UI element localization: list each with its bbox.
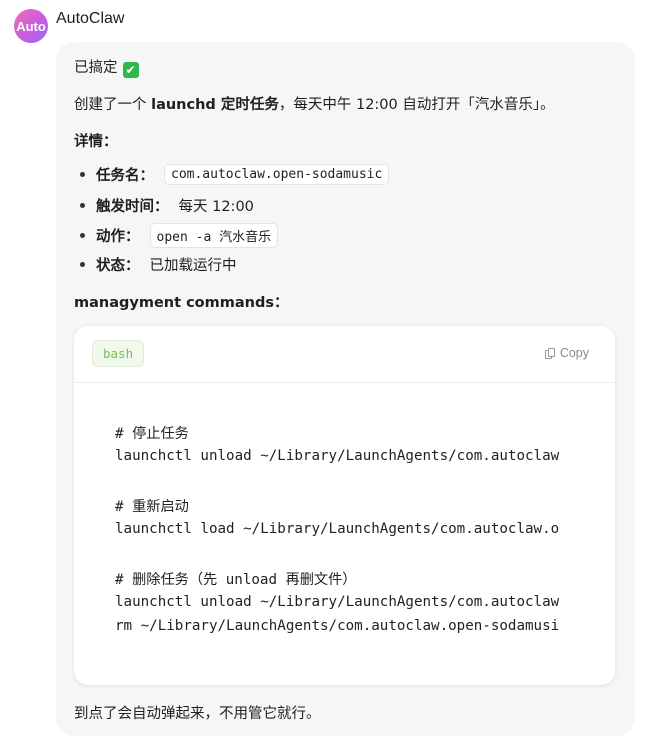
intro-bold: launchd 定时任务 xyxy=(151,97,279,113)
code-line: # 停止任务 xyxy=(115,426,189,442)
detail-item-status: 状态： 已加载运行中 xyxy=(80,254,237,275)
intro-post: ，每天中午 12:00 自动打开「汽水音乐」。 xyxy=(278,97,555,113)
intro-line: 创建了一个 launchd 定时任务，每天中午 12:00 自动打开「汽水音乐」… xyxy=(74,93,555,114)
language-badge: bash xyxy=(92,340,145,367)
code-line: launchctl load ~/Library/LaunchAgents/co… xyxy=(115,521,560,537)
detail-item-task-name: 任务名： com.autoclaw.open-sodamusic xyxy=(80,164,390,185)
done-text: 已搞定 xyxy=(74,60,118,76)
detail-value: 每天 12:00 xyxy=(178,199,254,215)
message-header: Auto AutoClaw xyxy=(14,9,124,43)
sender-name: AutoClaw xyxy=(56,10,125,27)
copy-icon xyxy=(544,347,555,359)
bullet xyxy=(80,172,85,177)
detail-value: 已加载运行中 xyxy=(149,258,237,274)
detail-label: 任务名： xyxy=(96,168,154,184)
details-title: 详情： xyxy=(74,134,118,150)
code-line: launchctl unload ~/Library/LaunchAgents/… xyxy=(115,594,560,610)
detail-label: 状态： xyxy=(96,258,140,274)
code-line: # 重新启动 xyxy=(115,499,189,515)
detail-label: 触发时间： xyxy=(96,199,169,215)
intro-pre: 创建了一个 xyxy=(74,97,147,113)
commands-title: managyment commands： xyxy=(74,295,289,311)
code-line: # 删除任务（先 unload 再删文件） xyxy=(115,572,357,588)
detail-label: 动作： xyxy=(96,229,140,245)
avatar: Auto xyxy=(14,9,48,43)
code-block: bash Copy # 停止任务 launchctl unload ~/Libr… xyxy=(74,326,615,685)
detail-value-code: com.autoclaw.open-sodamusic xyxy=(164,164,390,185)
check-mark-icon: ✔ xyxy=(122,62,139,78)
copy-label: Copy xyxy=(559,346,589,360)
bullet xyxy=(80,233,85,238)
copy-button[interactable]: Copy xyxy=(544,346,589,360)
bullet xyxy=(80,203,85,208)
bullet xyxy=(80,262,85,267)
message-bubble: 已搞定 ✔ 创建了一个 launchd 定时任务，每天中午 12:00 自动打开「… xyxy=(56,42,635,736)
code-line: launchctl unload ~/Library/LaunchAgents/… xyxy=(115,448,560,464)
code-line: rm ~/Library/LaunchAgents/com.autoclaw.o… xyxy=(115,618,560,634)
done-line: 已搞定 ✔ xyxy=(74,56,139,78)
footer-text: 到点了会自动弹起来，不用管它就行。 xyxy=(74,706,321,722)
detail-value-code: open -a 汽水音乐 xyxy=(149,223,279,248)
detail-item-trigger-time: 触发时间： 每天 12:00 xyxy=(80,195,254,216)
detail-item-action: 动作： open -a 汽水音乐 xyxy=(80,223,279,248)
code-block-header: bash Copy xyxy=(74,326,615,383)
